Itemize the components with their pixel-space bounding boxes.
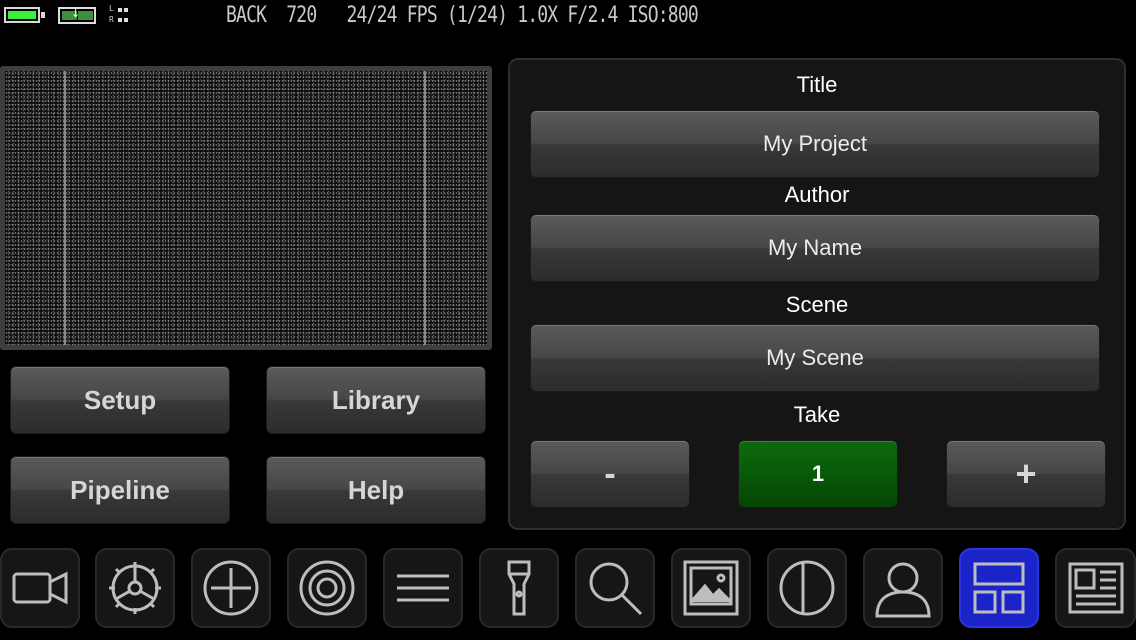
layout-button[interactable] [959, 548, 1039, 628]
audio-left-label: L [109, 4, 114, 13]
exposure-button[interactable] [767, 548, 847, 628]
camera-mode-button[interactable] [0, 548, 80, 628]
image-icon [683, 560, 739, 616]
title-field[interactable]: My Project [530, 110, 1100, 178]
author-label: Author [784, 182, 850, 207]
library-button[interactable]: Library [266, 366, 486, 434]
pipeline-button[interactable]: Pipeline [10, 456, 230, 524]
take-decrement-button[interactable]: - [530, 440, 690, 508]
gallery-button[interactable] [671, 548, 751, 628]
add-button[interactable] [191, 548, 271, 628]
frame-guide-right [424, 71, 426, 345]
menu-button[interactable] [383, 548, 463, 628]
crosshair-plus-icon [203, 560, 259, 616]
settings-button[interactable] [95, 548, 175, 628]
contrast-icon [779, 560, 835, 616]
audio-meter-icon: L R [109, 4, 131, 28]
storage-icon: ↓ [58, 7, 96, 24]
flashlight-icon [507, 560, 531, 616]
torch-button[interactable] [479, 548, 559, 628]
author-field[interactable]: My Name [530, 214, 1100, 282]
layout-grid-icon [973, 562, 1025, 614]
audio-right-label: R [109, 15, 114, 24]
status-bar: ↓ L R BACK 720 24/24 FPS (1/24) 1.0X F/2… [0, 0, 1136, 34]
target-icon [299, 560, 355, 616]
focus-button[interactable] [287, 548, 367, 628]
camera-readout: BACK 720 24/24 FPS (1/24) 1.0X F/2.4 ISO… [226, 3, 699, 28]
magnifier-icon [589, 562, 643, 616]
take-label: Take [793, 402, 841, 427]
battery-icon [4, 7, 45, 23]
gear-icon [109, 562, 161, 614]
menu-lines-icon [397, 574, 449, 602]
video-camera-icon [12, 571, 68, 605]
take-number[interactable]: 1 [738, 440, 898, 508]
help-button[interactable]: Help [266, 456, 486, 524]
profile-button[interactable] [863, 548, 943, 628]
person-icon [875, 562, 931, 618]
title-label: Title [796, 72, 838, 97]
frame-guide-left [64, 71, 66, 345]
camera-preview[interactable] [0, 66, 492, 350]
scene-field[interactable]: My Scene [530, 324, 1100, 392]
setup-button[interactable]: Setup [10, 366, 230, 434]
take-increment-button[interactable]: + [946, 440, 1106, 508]
info-button[interactable] [1055, 548, 1136, 628]
news-layout-icon [1068, 562, 1123, 614]
bottom-toolbar [0, 548, 1136, 640]
zoom-button[interactable] [575, 548, 655, 628]
scene-label: Scene [785, 292, 849, 317]
